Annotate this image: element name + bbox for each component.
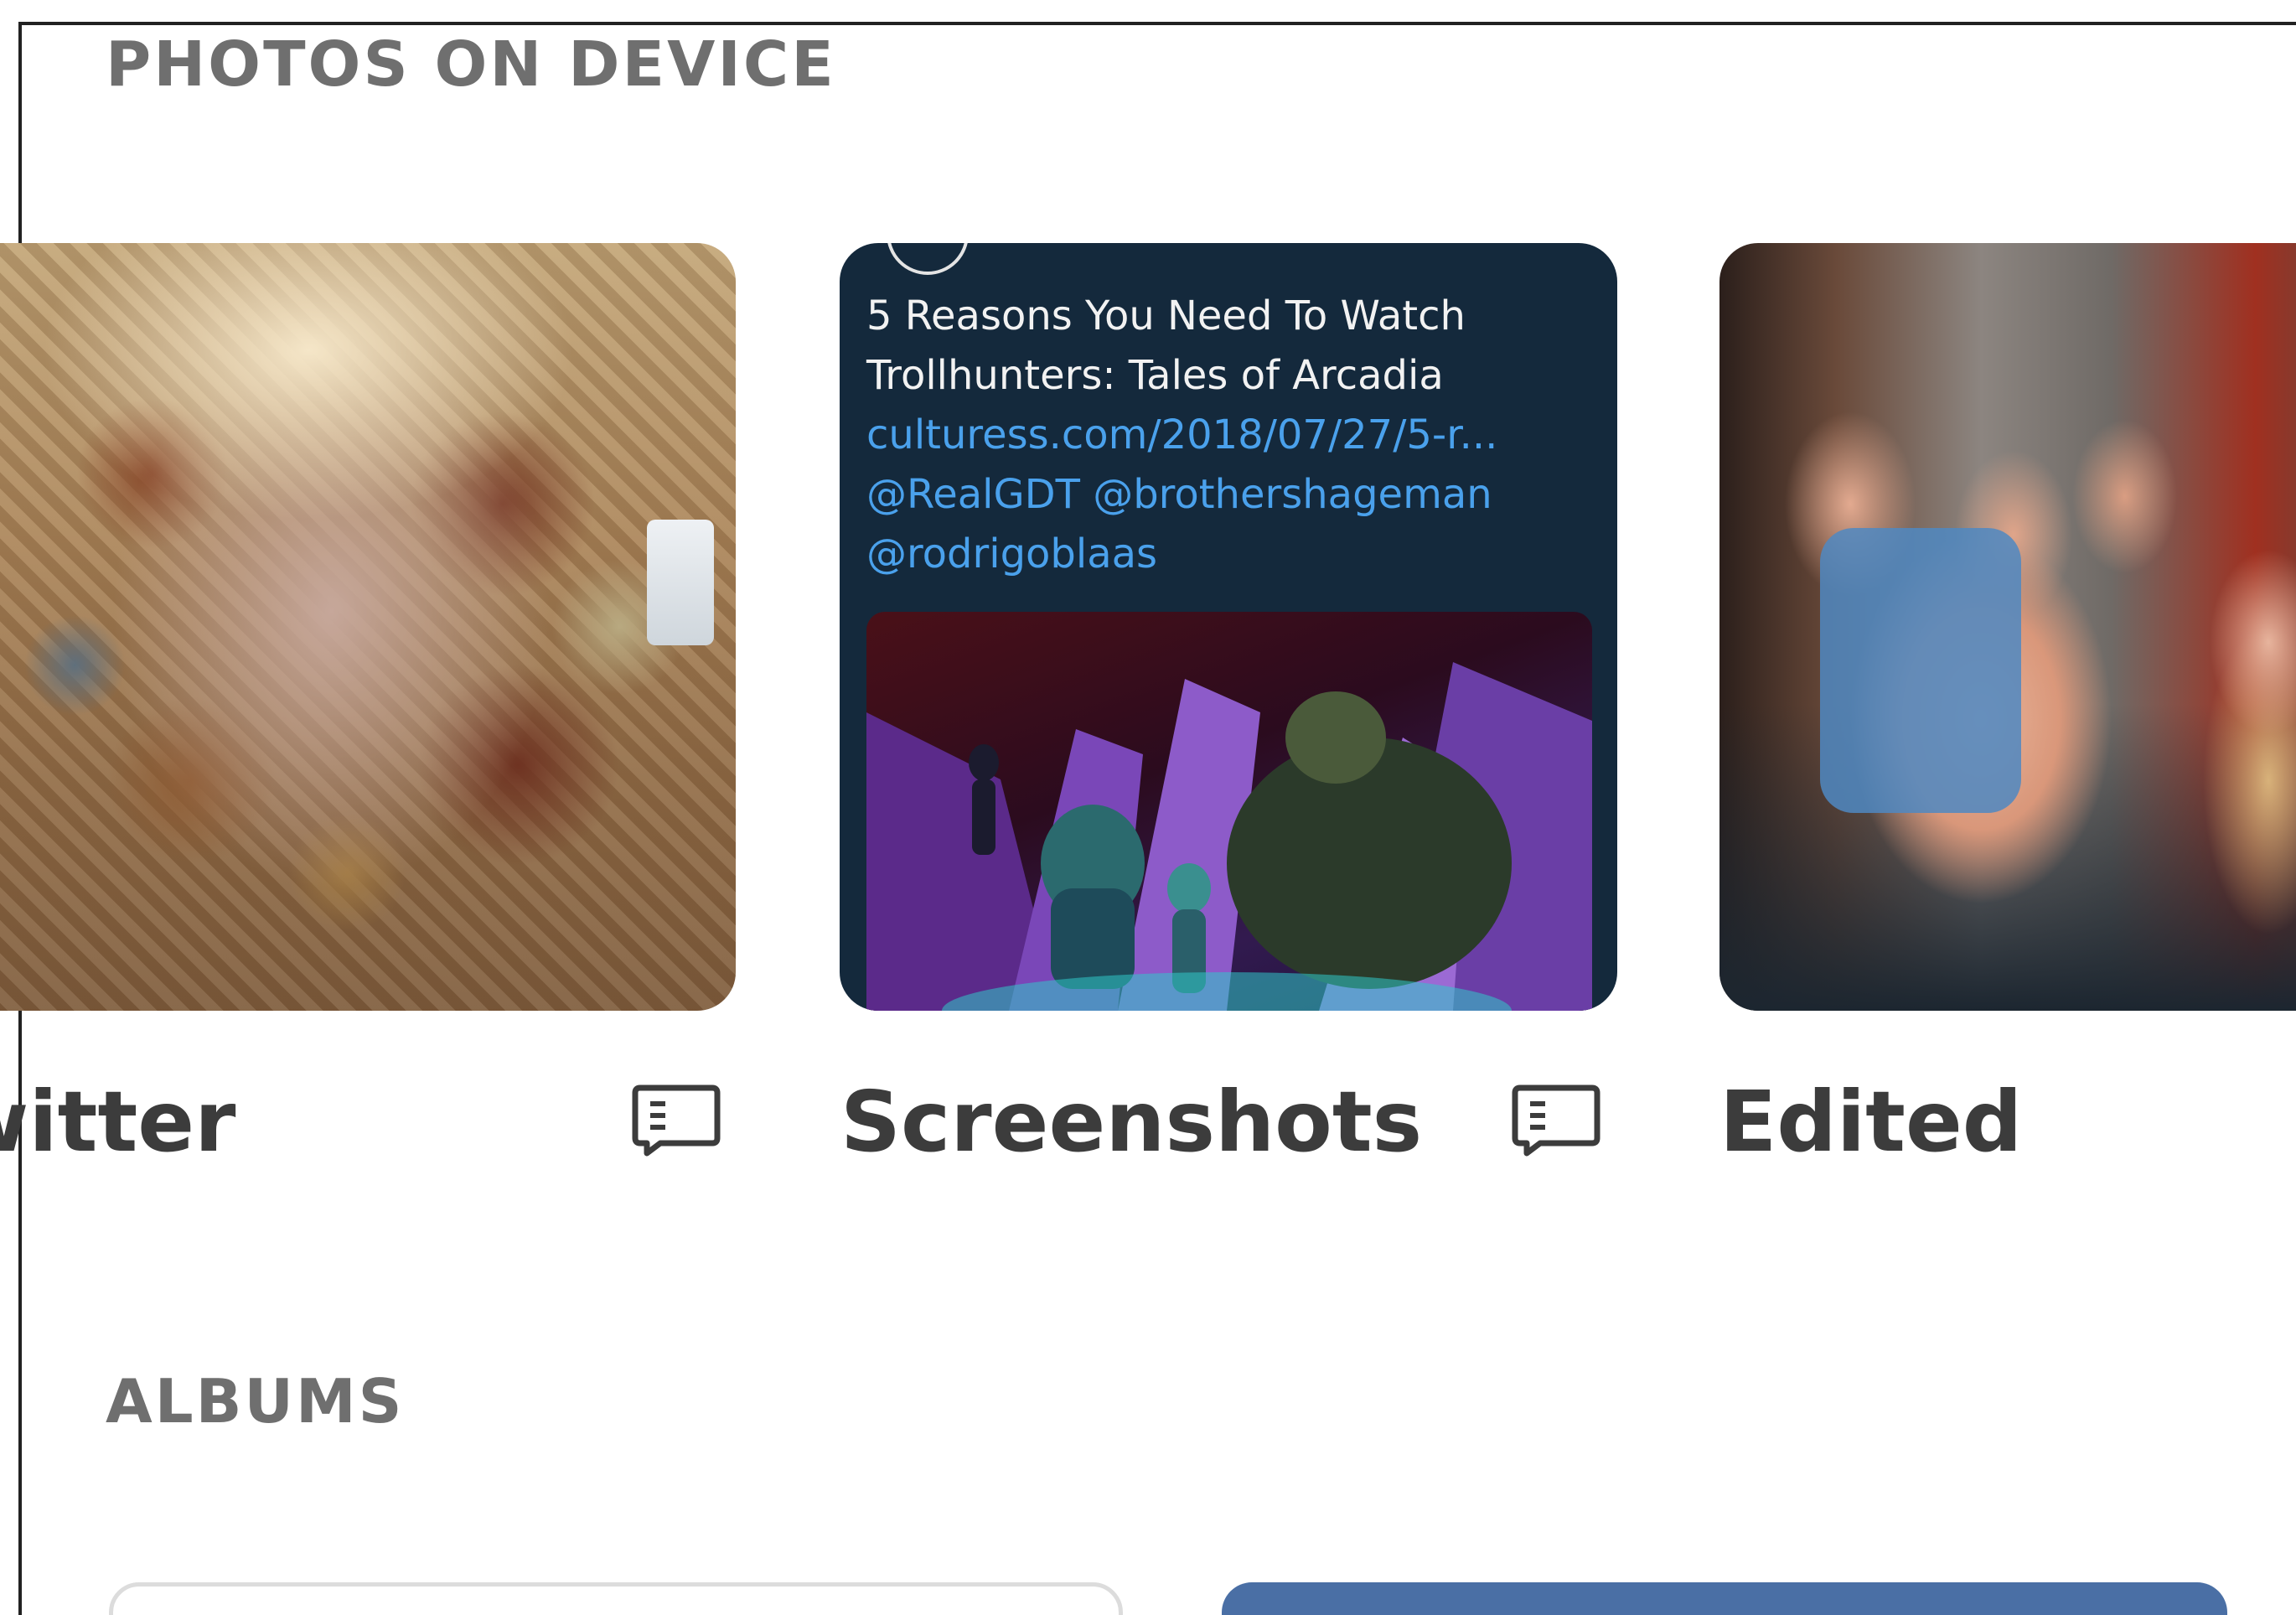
window-frame-top <box>20 22 2296 25</box>
tweet-text: 5 Reasons You Need To Watch Trollhunters… <box>866 287 1587 584</box>
tweet-image <box>866 612 1592 1011</box>
folder-label-screenshots: Screenshots <box>840 1073 1423 1171</box>
section-heading-photos-on-device: PHOTOS ON DEVICE <box>106 28 836 101</box>
tweet-headline: 5 Reasons You Need To Watch Trollhunters… <box>866 292 1466 399</box>
folder-thumbnail-edited[interactable] <box>1719 243 2296 1011</box>
fresco-image <box>0 243 736 1011</box>
trollhunters-art <box>866 662 1592 1011</box>
folder-label-twitter: witter <box>0 1073 236 1171</box>
avatar <box>887 243 969 275</box>
album-card[interactable] <box>109 1582 1123 1615</box>
fresco-window <box>647 520 714 645</box>
tweet-mentions: @rodrigoblaas <box>866 531 1158 577</box>
tweet-link: culturess.com/2018/07/27/5-r... <box>866 412 1498 458</box>
tweet-mentions: @RealGDT @brothershageman <box>866 471 1492 518</box>
section-heading-albums: ALBUMS <box>106 1366 405 1436</box>
folder-label-edited: Edited <box>1719 1073 2023 1171</box>
album-card[interactable] <box>1222 1582 2227 1615</box>
card-label-icon[interactable] <box>1510 1079 1602 1157</box>
folder-thumbnail-screenshots[interactable]: 5 Reasons You Need To Watch Trollhunters… <box>840 243 1617 1011</box>
folder-thumbnail-twitter[interactable] <box>0 243 736 1011</box>
group-selfie-shirt <box>1820 528 2021 813</box>
card-label-icon[interactable] <box>630 1079 722 1157</box>
